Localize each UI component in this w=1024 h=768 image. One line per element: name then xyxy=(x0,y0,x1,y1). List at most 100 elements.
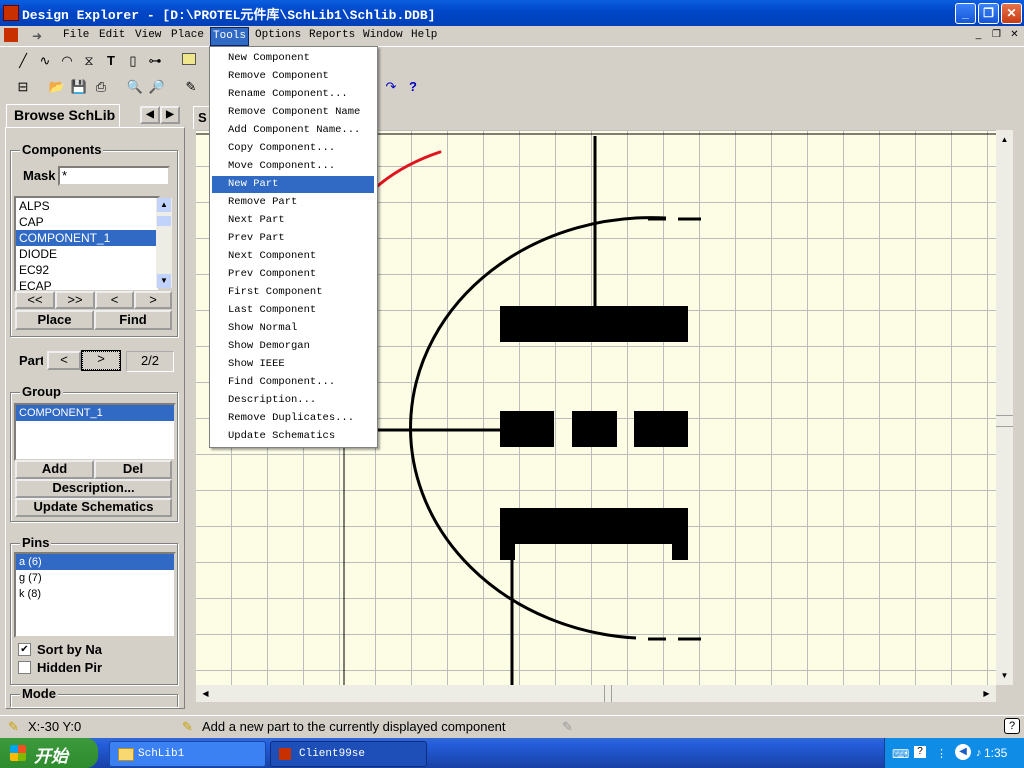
scroll-left-icon[interactable]: ◀ xyxy=(198,686,213,701)
menu-show-demorgan[interactable]: Show Demorgan xyxy=(212,338,374,355)
menu-next-part[interactable]: Next Part xyxy=(212,212,374,229)
menu-update-schematics[interactable]: Update Schematics xyxy=(212,428,374,445)
volume-icon[interactable]: ♪ xyxy=(976,747,982,759)
place-button[interactable]: Place xyxy=(15,310,94,330)
text-tool-icon[interactable]: T xyxy=(102,52,120,70)
start-button[interactable]: 开始 xyxy=(0,738,98,768)
menu-last-component[interactable]: Last Component xyxy=(212,302,374,319)
mdi-close-icon[interactable]: ✕ xyxy=(1008,29,1021,41)
group-list[interactable]: COMPONENT_1 xyxy=(14,403,176,461)
menu-show-ieee[interactable]: Show IEEE xyxy=(212,356,374,373)
back-arrow-icon[interactable]: ◀ xyxy=(955,744,971,760)
menu-new-component[interactable]: New Component xyxy=(212,50,374,67)
maximize-button[interactable]: ❐ xyxy=(978,3,999,24)
list-item[interactable]: g (7) xyxy=(16,570,174,586)
scroll-right-icon[interactable]: ▶ xyxy=(979,686,994,701)
tray-arrow-icon[interactable]: ⋮ xyxy=(936,747,947,760)
next-component-button[interactable]: > xyxy=(134,291,172,309)
scroll-down-icon[interactable]: ▼ xyxy=(157,274,171,288)
menu-copy-component[interactable]: Copy Component... xyxy=(212,140,374,157)
component-tool-icon[interactable]: ▯ xyxy=(124,52,142,70)
list-item[interactable]: ECAP xyxy=(16,278,158,290)
menu-move-component[interactable]: Move Component... xyxy=(212,158,374,175)
list-item[interactable]: DIODE xyxy=(16,246,158,262)
horizontal-scrollbar[interactable]: ◀ ▶ xyxy=(196,685,996,702)
menu-next-component[interactable]: Next Component xyxy=(212,248,374,265)
print-icon[interactable]: ⎙ xyxy=(92,78,110,96)
scroll-down-icon[interactable]: ▼ xyxy=(997,668,1012,683)
open-icon[interactable]: 📂 xyxy=(48,78,66,96)
scroll-thumb[interactable] xyxy=(604,685,612,702)
save-icon[interactable]: 💾 xyxy=(70,78,88,96)
help-icon[interactable]: ? xyxy=(1004,718,1020,734)
scroll-up-icon[interactable]: ▲ xyxy=(997,132,1012,147)
design-manager-icon[interactable]: ⊟ xyxy=(14,78,32,96)
menu-prev-part[interactable]: Prev Part xyxy=(212,230,374,247)
redo-icon[interactable]: ↷ xyxy=(382,78,400,96)
menu-remove-component-name[interactable]: Remove Component Name xyxy=(212,104,374,121)
list-item[interactable]: CAP xyxy=(16,214,158,230)
menu-window[interactable]: Window xyxy=(363,29,403,41)
zoom-out-icon[interactable]: 🔎 xyxy=(148,78,166,96)
pins-list[interactable]: a (6) g (7) k (8) xyxy=(14,552,176,638)
menu-description[interactable]: Description... xyxy=(212,392,374,409)
menu-remove-duplicates[interactable]: Remove Duplicates... xyxy=(212,410,374,427)
rectangle-tool-icon[interactable] xyxy=(180,52,198,70)
menu-remove-part[interactable]: Remove Part xyxy=(212,194,374,211)
hidden-pins-checkbox[interactable] xyxy=(18,661,31,674)
scroll-up-icon[interactable]: ▲ xyxy=(157,198,171,212)
zoom-in-icon[interactable]: 🔍 xyxy=(126,78,144,96)
close-button[interactable]: ✕ xyxy=(1001,3,1022,24)
menu-help[interactable]: Help xyxy=(411,29,437,41)
list-item[interactable]: k (8) xyxy=(16,586,174,602)
menu-remove-component[interactable]: Remove Component xyxy=(212,68,374,85)
menu-add-component-name[interactable]: Add Component Name... xyxy=(212,122,374,139)
doc-icon[interactable] xyxy=(4,28,18,42)
sort-checkbox[interactable]: ✔ xyxy=(18,643,31,656)
line-tool-icon[interactable]: ╱ xyxy=(14,52,32,70)
list-item-selected[interactable]: a (6) xyxy=(16,554,174,570)
keyboard-icon[interactable]: ⌨ xyxy=(892,747,909,761)
menu-show-normal[interactable]: Show Normal xyxy=(212,320,374,337)
polygon-tool-icon[interactable]: ⧖ xyxy=(80,52,98,70)
find-button[interactable]: Find xyxy=(94,310,172,330)
minimize-button[interactable]: _ xyxy=(955,3,976,24)
prev-component-button[interactable]: < xyxy=(95,291,134,309)
menu-options[interactable]: Options xyxy=(255,29,301,41)
wire-tool-icon[interactable]: ✎ xyxy=(182,78,200,96)
mdi-minimize-icon[interactable]: _ xyxy=(972,29,985,41)
component-list[interactable]: ALPS CAP COMPONENT_1 DIODE EC92 ECAP xyxy=(14,196,160,292)
bezier-tool-icon[interactable]: ∿ xyxy=(36,52,54,70)
list-item-selected[interactable]: COMPONENT_1 xyxy=(16,230,158,246)
mask-input[interactable]: * xyxy=(58,166,170,186)
menu-tools[interactable]: Tools xyxy=(210,27,250,46)
arc-tool-icon[interactable]: ◠ xyxy=(58,52,76,70)
next-part-button[interactable]: > xyxy=(81,350,121,371)
task-schlib1[interactable]: SchLib1 xyxy=(109,741,266,767)
component-list-scrollbar[interactable]: ▲ ▼ xyxy=(156,198,172,288)
list-item[interactable]: ALPS xyxy=(16,198,158,214)
menu-file[interactable]: File xyxy=(63,29,89,41)
menu-view[interactable]: View xyxy=(135,29,161,41)
task-client99se[interactable]: Client99se xyxy=(270,741,427,767)
scroll-thumb[interactable] xyxy=(996,415,1013,427)
add-button[interactable]: Add xyxy=(15,460,94,479)
help-icon[interactable]: ? xyxy=(404,78,422,96)
first-component-button[interactable]: << xyxy=(15,291,55,309)
menu-edit[interactable]: Edit xyxy=(99,29,125,41)
mdi-restore-icon[interactable]: ❐ xyxy=(990,29,1003,41)
menu-place[interactable]: Place xyxy=(171,29,204,41)
menu-rename-component[interactable]: Rename Component... xyxy=(212,86,374,103)
pin-tool-icon[interactable]: ⊶ xyxy=(146,52,164,70)
menu-reports[interactable]: Reports xyxy=(309,29,355,41)
vertical-scrollbar[interactable]: ▲ ▼ xyxy=(996,130,1013,685)
last-component-button[interactable]: >> xyxy=(55,291,95,309)
scroll-thumb[interactable] xyxy=(157,216,171,226)
prev-part-button[interactable]: < xyxy=(47,351,81,370)
list-item-selected[interactable]: COMPONENT_1 xyxy=(16,405,174,421)
menu-prev-component[interactable]: Prev Component xyxy=(212,266,374,283)
update-schematics-button[interactable]: Update Schematics xyxy=(15,498,172,517)
help-tray-icon[interactable]: ? xyxy=(914,746,926,758)
arrow-icon[interactable]: ➜ xyxy=(32,29,56,43)
description-button[interactable]: Description... xyxy=(15,479,172,498)
